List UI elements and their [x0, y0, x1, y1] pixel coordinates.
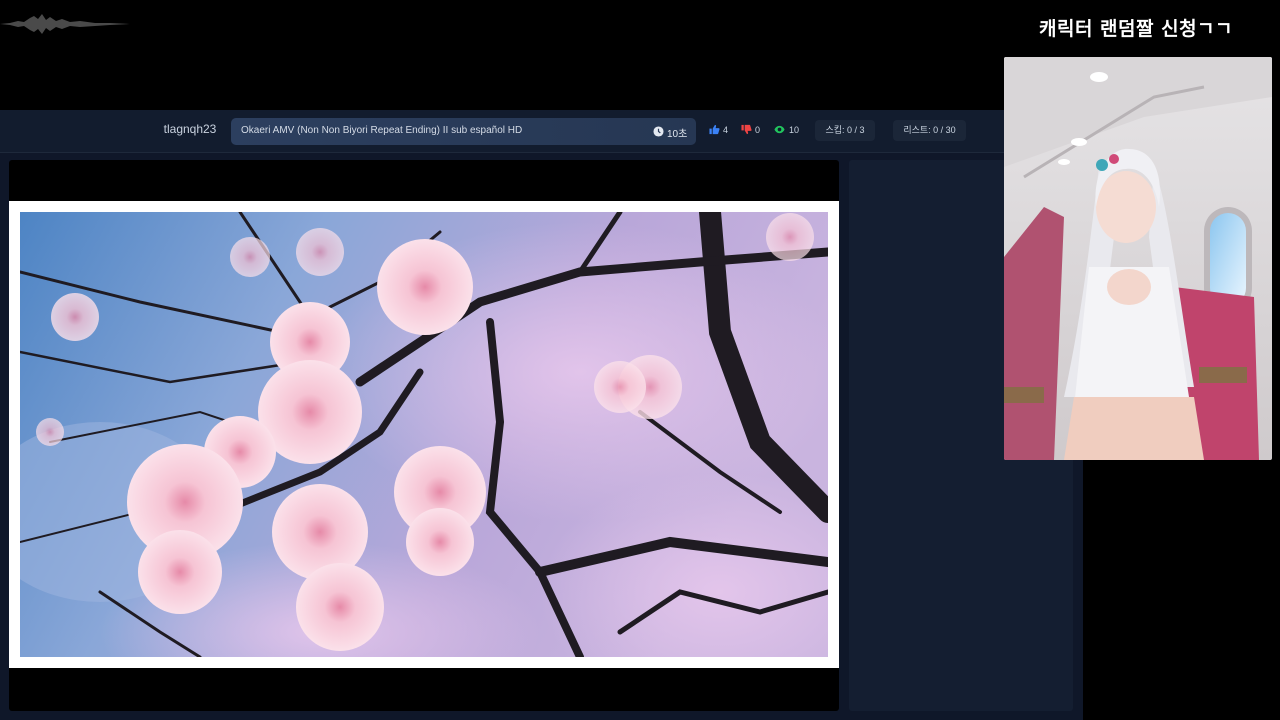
eye-icon	[774, 125, 785, 134]
clock-icon	[653, 126, 664, 137]
list-counter[interactable]: 리스트: 0 / 30	[893, 120, 966, 141]
video-frame	[9, 201, 839, 668]
requester-username: tlagnqh23	[163, 122, 217, 136]
thumbs-up-icon	[709, 124, 720, 135]
video-player[interactable]	[9, 160, 839, 711]
thumbs-down-icon	[741, 124, 752, 135]
timer-text: 10초	[667, 129, 688, 140]
likes-count: 4	[723, 125, 729, 135]
character-portrait-image	[1004, 57, 1272, 460]
dislikes-count: 0	[755, 125, 761, 135]
views-count: 10	[789, 125, 800, 135]
now-playing-bar: tlagnqh23 Okaeri AMV (Non Non Biyori Rep…	[0, 110, 1083, 153]
song-title: Okaeri AMV (Non Non Biyori Repeat Ending…	[241, 125, 523, 136]
skip-counter[interactable]: 스킵: 0 / 3	[815, 120, 875, 141]
cherry-blossom-video-image	[20, 212, 828, 657]
overlay-title: 캐릭터 랜덤짤 신청ㄱㄱ	[1038, 18, 1234, 40]
audio-waveform	[0, 14, 150, 34]
app-window: tlagnqh23 Okaeri AMV (Non Non Biyori Rep…	[0, 110, 1083, 720]
song-title-field[interactable]: Okaeri AMV (Non Non Biyori Repeat Ending…	[231, 118, 696, 145]
